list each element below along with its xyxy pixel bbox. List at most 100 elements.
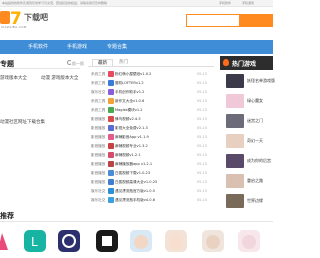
game-name[interactable]: 成为你的后宫 bbox=[247, 158, 271, 164]
item-category[interactable]: 影音播放 bbox=[91, 180, 105, 185]
game-thumbnail[interactable] bbox=[226, 194, 244, 208]
logo-name[interactable]: 下载吧 bbox=[24, 12, 48, 23]
list-item[interactable]: 影音播放 蜂鸟视频v2.4.5 05-13 bbox=[88, 116, 214, 124]
item-category[interactable]: 系统工具 bbox=[91, 108, 105, 113]
item-title[interactable]: 蜂鸟视频v2.4.5 bbox=[115, 117, 141, 122]
item-category[interactable]: 影音播放 bbox=[91, 153, 105, 158]
hot-game-item[interactable]: 妖怪名单游戏版 bbox=[220, 73, 275, 89]
item-title[interactable]: 影视大全免费v2.1.3 bbox=[115, 126, 148, 131]
nav-item-software[interactable]: 手机软件 bbox=[28, 43, 48, 50]
app-icon[interactable] bbox=[238, 230, 260, 252]
search-input[interactable] bbox=[186, 14, 240, 27]
item-category[interactable]: 影音播放 bbox=[91, 117, 105, 122]
list-item[interactable]: 影音播放 白狐视频高清大全v1.0.25 05-13 bbox=[88, 179, 214, 187]
item-title[interactable]: 白狐视频下载v1.0.23 bbox=[115, 171, 150, 176]
top-link-software[interactable]: 手机软件 bbox=[219, 1, 231, 5]
hot-games-title: 热门游戏 bbox=[232, 61, 257, 68]
list-item[interactable]: 娱乐社交 手机创作助手v1.2 05-13 bbox=[88, 89, 214, 97]
list-item[interactable]: 影音播放 影视大全免费v2.1.3 05-13 bbox=[88, 125, 214, 133]
hot-game-item[interactable]: 重启之路 bbox=[220, 173, 273, 189]
game-name[interactable]: 妖怪名单游戏版 bbox=[247, 78, 275, 84]
app-icon bbox=[108, 170, 114, 176]
nav-item-topics[interactable]: 专题合集 bbox=[107, 43, 127, 50]
game-thumbnail[interactable] bbox=[226, 134, 244, 148]
hot-game-item[interactable]: 奇幻一天 bbox=[220, 133, 273, 149]
list-item[interactable]: 影音播放 麻辣播放器app v1.2.1 05-13 bbox=[88, 161, 214, 169]
logo-sub: XIAZAIBA.COM bbox=[1, 25, 27, 29]
app-icon[interactable] bbox=[165, 230, 187, 252]
item-date: 05-13 bbox=[197, 198, 207, 202]
list-item[interactable]: 影音播放 白狐视频下载v1.0.23 05-13 bbox=[88, 170, 214, 178]
game-name[interactable]: 迷宫之门 bbox=[247, 118, 263, 124]
item-title[interactable]: 手机创作助手v1.2 bbox=[115, 90, 144, 95]
recommend-title: 推荐 bbox=[0, 212, 14, 220]
fire-icon bbox=[223, 59, 229, 66]
logo-mark[interactable] bbox=[0, 11, 10, 24]
list-item[interactable]: 娱乐社交 遇见漂流瓶手机版v4.0.6 05-13 bbox=[88, 197, 214, 205]
hot-game-item[interactable]: 世界边缘 bbox=[220, 193, 273, 209]
game-name[interactable]: 奇幻一天 bbox=[247, 138, 263, 144]
item-category[interactable]: 娱乐社交 bbox=[91, 189, 105, 194]
item-category[interactable]: 娱乐社交 bbox=[91, 90, 105, 95]
game-thumbnail[interactable] bbox=[226, 74, 244, 88]
topic-link[interactable]: 动漫 游戏版本大全 bbox=[41, 75, 78, 81]
item-category[interactable]: 影音播放 bbox=[91, 162, 105, 167]
list-item[interactable]: 系统工具 粉红萌小屋壁纸v1.0.2 05-13 bbox=[88, 71, 214, 79]
item-title[interactable]: 粉红萌小屋壁纸v1.0.2 bbox=[115, 72, 151, 77]
hot-game-item[interactable]: 绿心魔女 bbox=[220, 93, 273, 109]
app-icon[interactable] bbox=[96, 230, 118, 252]
game-name[interactable]: 重启之路 bbox=[247, 178, 263, 184]
item-title[interactable]: Magisk模块v1.2 bbox=[115, 108, 143, 113]
item-category[interactable]: 系统工具 bbox=[91, 99, 105, 104]
list-item[interactable]: 娱乐社交 遇见漂流瓶官方版v1.0.5 05-13 bbox=[88, 188, 214, 196]
item-category[interactable]: 系统工具 bbox=[91, 72, 105, 77]
item-title[interactable]: 魔机LOFTERv1.2 bbox=[115, 81, 144, 86]
hot-game-item[interactable]: 迷宫之门 bbox=[220, 113, 273, 129]
game-thumbnail[interactable] bbox=[226, 154, 244, 168]
item-category[interactable]: 系统工具 bbox=[91, 81, 105, 86]
list-item[interactable]: 系统工具 Magisk模块v1.2 05-13 bbox=[88, 107, 214, 115]
item-date: 05-13 bbox=[197, 126, 207, 130]
item-title[interactable]: 新作文大全v1.0.6 bbox=[115, 99, 144, 104]
hot-game-item[interactable]: 成为你的后宫 bbox=[220, 153, 273, 169]
list-item[interactable]: 影音播放 麻辣影音App v1.1.9 05-13 bbox=[88, 134, 214, 142]
item-title[interactable]: 遇见漂流瓶官方版v1.0.5 bbox=[115, 189, 155, 194]
item-title[interactable]: 遇见漂流瓶手机版v4.0.6 bbox=[115, 198, 155, 203]
app-icon bbox=[108, 152, 114, 158]
nav-item-games[interactable]: 手机游戏 bbox=[67, 43, 87, 50]
item-category[interactable]: 影音播放 bbox=[91, 144, 105, 149]
list-item[interactable]: 影音播放 麻辣视频专业v1.3.2 05-13 bbox=[88, 143, 214, 151]
item-date: 05-13 bbox=[197, 171, 207, 175]
divider bbox=[88, 66, 214, 67]
list-item[interactable]: 系统工具 新作文大全v1.0.6 05-13 bbox=[88, 98, 214, 106]
game-thumbnail[interactable] bbox=[226, 94, 244, 108]
item-title[interactable]: 白狐视频高清大全v1.0.25 bbox=[115, 180, 157, 185]
app-icon[interactable]: L bbox=[24, 230, 46, 252]
item-category[interactable]: 影音播放 bbox=[91, 126, 105, 131]
item-category[interactable]: 影音播放 bbox=[91, 135, 105, 140]
refresh-button[interactable]: 换一换 bbox=[72, 61, 84, 67]
app-icon bbox=[108, 161, 114, 167]
app-icon[interactable] bbox=[130, 230, 152, 252]
top-notice-bar: 本站提供的软件及游戏仅供学习与交流，若侵犯您的权益，请联系我们及时删除 手机软件… bbox=[0, 0, 273, 7]
item-category[interactable]: 影音播放 bbox=[91, 171, 105, 176]
topic-link[interactable]: 游戏版本大全 bbox=[0, 75, 27, 81]
app-icon bbox=[108, 197, 114, 203]
top-link-games[interactable]: 手机游戏 bbox=[242, 1, 254, 5]
topic-link[interactable]: 动漫社区网址下载合集 bbox=[0, 119, 45, 125]
item-title[interactable]: 麻辣视频v1.2.1 bbox=[115, 153, 141, 158]
item-category[interactable]: 娱乐社交 bbox=[91, 198, 105, 203]
app-icon[interactable] bbox=[58, 230, 80, 252]
item-title[interactable]: 麻辣播放器app v1.2.1 bbox=[115, 162, 152, 167]
game-thumbnail[interactable] bbox=[226, 174, 244, 188]
item-title[interactable]: 麻辣视频专业v1.3.2 bbox=[115, 144, 148, 149]
list-item[interactable]: 系统工具 魔机LOFTERv1.2 05-13 bbox=[88, 80, 214, 88]
game-name[interactable]: 世界边缘 bbox=[247, 198, 263, 204]
search-button[interactable] bbox=[240, 14, 273, 27]
game-name[interactable]: 绿心魔女 bbox=[247, 98, 263, 104]
item-title[interactable]: 麻辣影音App v1.1.9 bbox=[115, 135, 149, 140]
list-item[interactable]: 影音播放 麻辣视频v1.2.1 05-13 bbox=[88, 152, 214, 160]
app-icon[interactable] bbox=[0, 230, 14, 252]
game-thumbnail[interactable] bbox=[226, 114, 244, 128]
app-icon[interactable] bbox=[202, 230, 224, 252]
